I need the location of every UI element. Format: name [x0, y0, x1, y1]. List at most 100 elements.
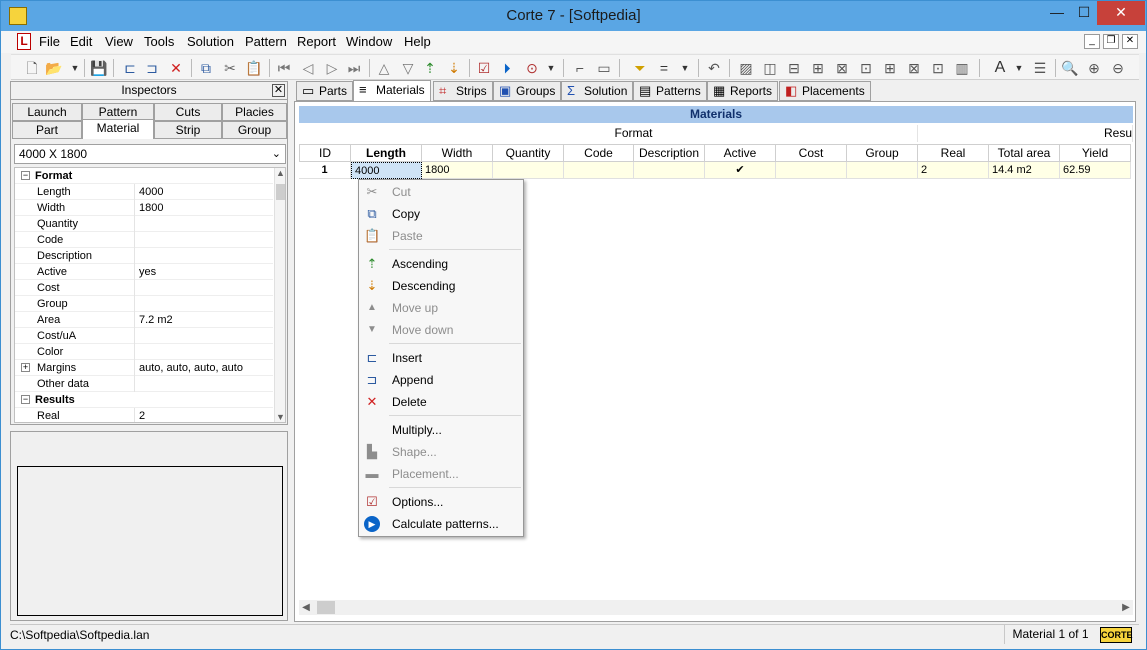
tab-placements[interactable]: ◧ Placements [779, 81, 871, 101]
hatch-icon[interactable]: ▨ [737, 59, 755, 77]
menu-item-calculate-patterns[interactable]: ▶ Calculate patterns... [359, 513, 523, 535]
collapse-icon[interactable]: − [21, 171, 30, 180]
horizontal-scrollbar[interactable]: ◀ ▶ [299, 600, 1133, 615]
paste-icon[interactable]: 📋 [245, 59, 263, 77]
arrange-icon-2[interactable]: ⊠ [833, 59, 851, 77]
property-value[interactable]: yes [139, 264, 269, 280]
inspector-tab-launch[interactable]: Launch [12, 103, 82, 121]
property-row[interactable]: Active yes [15, 264, 273, 280]
font-icon[interactable]: A [991, 59, 1009, 77]
menu-pattern[interactable]: Pattern [245, 34, 287, 49]
property-value[interactable]: 1800 [139, 200, 269, 216]
property-row[interactable]: Other data [15, 376, 273, 392]
shape-icon[interactable]: ⌐ [571, 59, 589, 77]
zoom-in-icon[interactable]: ⊕ [1085, 59, 1103, 77]
columns-icon[interactable]: ▥ [953, 59, 971, 77]
column-header-cost[interactable]: Cost [776, 144, 847, 162]
arrange-icon-4[interactable]: ⊞ [881, 59, 899, 77]
calc-dropdown-icon[interactable]: ▼ [542, 59, 560, 77]
filter-dropdown-icon[interactable]: ▼ [676, 59, 694, 77]
property-row[interactable]: Group [15, 296, 273, 312]
menu-item-descending[interactable]: ⇣ Descending [359, 275, 523, 297]
chevron-down-icon[interactable]: ⌄ [272, 145, 281, 163]
menu-item-move-down[interactable]: ▼ Move down [359, 319, 523, 341]
column-header-code[interactable]: Code [564, 144, 634, 162]
cell-id[interactable]: 1 [299, 162, 351, 179]
property-row[interactable]: Cost/uA [15, 328, 273, 344]
menu-item-paste[interactable]: 📋 Paste [359, 225, 523, 247]
property-value[interactable]: 7.2 m2 [139, 312, 269, 328]
property-row[interactable]: Width 1800 [15, 200, 273, 216]
cell-width[interactable]: 1800 [422, 162, 493, 179]
property-row[interactable]: Area 7.2 m2 [15, 312, 273, 328]
menu-edit[interactable]: Edit [70, 34, 92, 49]
split-vertical-icon[interactable]: ◫ [761, 59, 779, 77]
menu-item-options[interactable]: ☑ Options... [359, 491, 523, 513]
column-header-group[interactable]: Group [847, 144, 918, 162]
cell-yield[interactable]: 62.59 [1060, 162, 1131, 179]
column-header-length[interactable]: Length [351, 144, 422, 162]
column-header-total-area[interactable]: Total area [989, 144, 1060, 162]
expand-icon[interactable]: + [21, 363, 30, 372]
insert-icon[interactable]: ⊏ [121, 59, 139, 77]
cell-description[interactable] [634, 162, 705, 179]
property-row[interactable]: Color [15, 344, 273, 360]
zoom-out-icon[interactable]: ⊖ [1109, 59, 1127, 77]
maximize-button[interactable]: ☐ [1067, 1, 1101, 25]
collapse-icon[interactable]: − [21, 395, 30, 404]
property-value[interactable]: 2 [139, 408, 269, 422]
zoom-icon[interactable]: 🔍 [1061, 59, 1079, 77]
mdi-close-button[interactable]: ✕ [1122, 34, 1138, 49]
inspector-tab-material[interactable]: Material [82, 119, 154, 139]
prev-record-icon[interactable]: ◁ [299, 59, 317, 77]
delete-icon[interactable]: ✕ [167, 59, 185, 77]
menu-item-shape[interactable]: ▙ Shape... [359, 441, 523, 463]
tab-materials[interactable]: ≡ Materials [353, 80, 431, 101]
column-header-id[interactable]: ID [299, 144, 351, 162]
copy-icon[interactable]: ⧉ [197, 59, 215, 77]
column-header-active[interactable]: Active [705, 144, 776, 162]
inspector-tab-strip[interactable]: Strip [154, 121, 222, 139]
arrange-icon-6[interactable]: ⊡ [929, 59, 947, 77]
scroll-up-icon[interactable]: ▲ [276, 168, 285, 178]
close-button[interactable]: ✕ [1097, 1, 1145, 25]
move-up-icon[interactable]: △ [375, 59, 393, 77]
column-header-real[interactable]: Real [918, 144, 989, 162]
calculate-icon[interactable]: ⏵ [498, 59, 516, 77]
sort-ascending-icon[interactable]: ⇡ [421, 59, 439, 77]
document-icon[interactable]: L [17, 33, 31, 50]
font-dropdown-icon[interactable]: ▼ [1010, 59, 1028, 77]
equals-icon[interactable]: = [655, 59, 673, 77]
menu-window[interactable]: Window [346, 34, 392, 49]
sort-descending-icon[interactable]: ⇣ [445, 59, 463, 77]
menu-item-ascending[interactable]: ⇡ Ascending [359, 253, 523, 275]
column-header-yield[interactable]: Yield [1060, 144, 1131, 162]
column-header-quantity[interactable]: Quantity [493, 144, 564, 162]
inspector-tab-cuts[interactable]: Cuts [154, 103, 222, 121]
open-icon[interactable]: 📂 [45, 59, 63, 77]
menu-report[interactable]: Report [297, 34, 336, 49]
undo-icon[interactable]: ↶ [705, 59, 723, 77]
property-section[interactable]: − Results [15, 392, 273, 408]
tab-solution[interactable]: Σ Solution [561, 81, 634, 101]
stop-icon[interactable]: ⊙ [523, 59, 541, 77]
property-row[interactable]: + Margins auto, auto, auto, auto [15, 360, 273, 376]
cell-quantity[interactable] [493, 162, 564, 179]
menu-item-cut[interactable]: ✂ Cut [359, 181, 523, 203]
cell-group[interactable] [847, 162, 918, 179]
tab-reports[interactable]: ▦ Reports [707, 81, 779, 101]
mdi-minimize-button[interactable]: _ [1084, 34, 1100, 49]
inspector-tab-placies[interactable]: Placies [222, 103, 287, 121]
cell-length[interactable]: 4000 [351, 162, 422, 179]
menu-solution[interactable]: Solution [187, 34, 234, 49]
new-icon[interactable]: 🗋 [23, 59, 41, 77]
property-row[interactable]: Code [15, 232, 273, 248]
property-row[interactable]: Quantity [15, 216, 273, 232]
save-icon[interactable]: 💾 [90, 59, 108, 77]
options-icon[interactable]: ☑ [475, 59, 493, 77]
arrange-icon-1[interactable]: ⊞ [809, 59, 827, 77]
tab-strips[interactable]: ⌗ Strips [433, 81, 493, 101]
column-header-width[interactable]: Width [422, 144, 493, 162]
list-icon[interactable]: ☰ [1031, 59, 1049, 77]
column-header-description[interactable]: Description [634, 144, 705, 162]
